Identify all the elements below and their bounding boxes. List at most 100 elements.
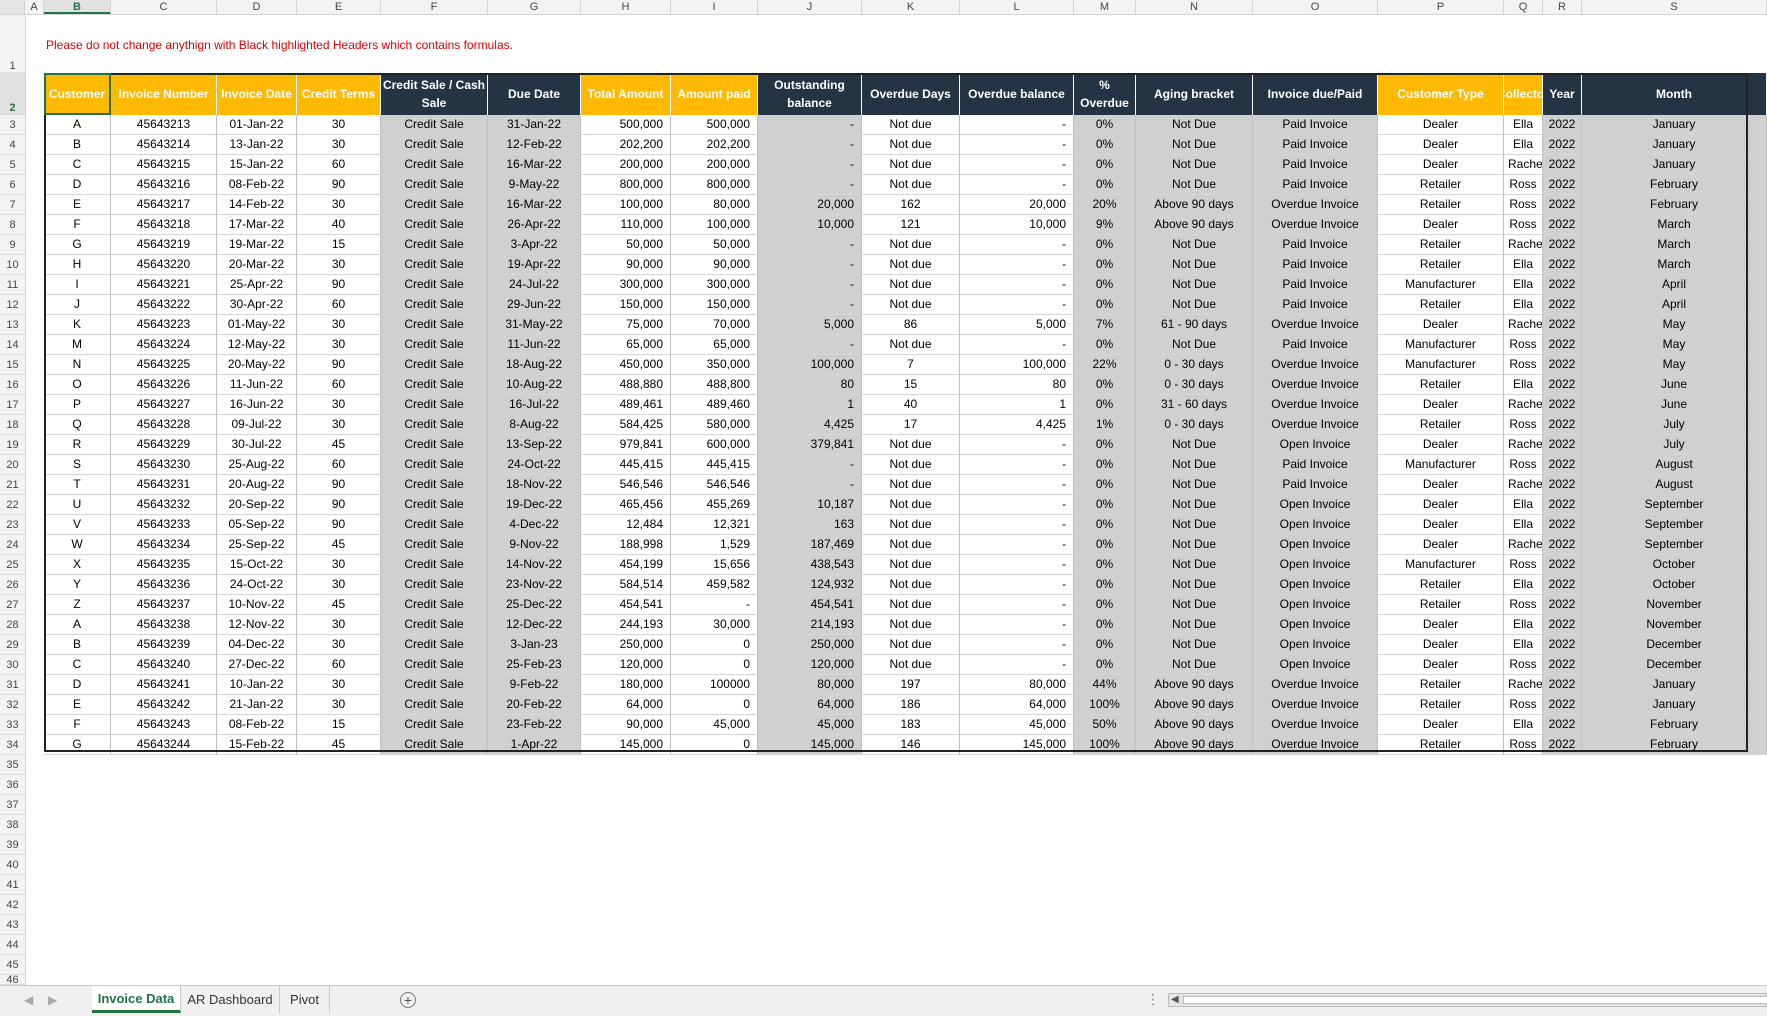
table-cell[interactable]: 15,656 [671,555,758,575]
table-cell[interactable]: January [1582,675,1767,695]
table-cell[interactable]: Not Due [1136,615,1253,635]
row-header-31[interactable]: 31 [0,675,25,695]
table-cell[interactable]: Manufacturer [1378,455,1504,475]
table-cell[interactable]: Not due [862,435,960,455]
table-cell[interactable]: 455,269 [671,495,758,515]
table-cell[interactable]: - [960,455,1074,475]
table-cell[interactable]: 45643236 [111,575,217,595]
table-cell[interactable]: 120,000 [758,655,862,675]
table-cell[interactable]: 45643229 [111,435,217,455]
table-cell[interactable]: Credit Sale [381,175,488,195]
table-cell[interactable]: Credit Sale [381,735,488,755]
table-cell[interactable]: Paid Invoice [1253,475,1378,495]
row-header-12[interactable]: 12 [0,295,25,315]
table-cell[interactable]: Above 90 days [1136,715,1253,735]
table-cell[interactable]: 19-Mar-22 [217,235,297,255]
table-cell[interactable]: 120,000 [581,655,671,675]
table-cell[interactable]: January [1582,695,1767,715]
table-cell[interactable]: Overdue Invoice [1253,415,1378,435]
table-cell[interactable]: Ella [1504,575,1543,595]
table-cell[interactable]: Not Due [1136,515,1253,535]
table-cell[interactable]: November [1582,595,1767,615]
table-cell[interactable]: 15-Feb-22 [217,735,297,755]
table-cell[interactable]: Paid Invoice [1253,275,1378,295]
table-cell[interactable]: 29-Jun-22 [488,295,581,315]
column-header-a[interactable]: A [25,0,44,14]
table-cell[interactable]: 90,000 [671,255,758,275]
table-cell[interactable]: 1,529 [671,535,758,555]
table-cell[interactable]: 0% [1074,135,1136,155]
table-cell[interactable]: Ross [1504,415,1543,435]
table-cell[interactable]: F [44,715,111,735]
table-cell[interactable]: Retailer [1378,255,1504,275]
table-cell[interactable]: 08-Feb-22 [217,175,297,195]
table-cell[interactable]: 70,000 [671,315,758,335]
table-cell[interactable]: 2022 [1543,475,1582,495]
table-cell[interactable]: 489,461 [581,395,671,415]
table-cell[interactable]: Paid Invoice [1253,455,1378,475]
table-cell[interactable]: 80,000 [758,675,862,695]
table-cell[interactable]: - [758,275,862,295]
table-cell[interactable]: 25-Dec-22 [488,595,581,615]
table-cell[interactable]: - [960,635,1074,655]
table-cell[interactable]: 20,000 [758,195,862,215]
table-cell[interactable]: 0 [671,695,758,715]
table-cell[interactable]: 45643225 [111,355,217,375]
table-cell[interactable]: 10,000 [758,215,862,235]
table-cell[interactable]: Racheal [1504,535,1543,555]
table-cell[interactable]: 09-Jul-22 [217,415,297,435]
table-cell[interactable]: 2022 [1543,615,1582,635]
scroll-left-icon[interactable]: ◀ [1171,994,1179,1006]
table-cell[interactable]: Ross [1504,355,1543,375]
table-cell[interactable]: Credit Sale [381,215,488,235]
table-cell[interactable]: 0 [671,655,758,675]
table-cell[interactable]: Dealer [1378,155,1504,175]
table-cell[interactable]: 4,425 [758,415,862,435]
table-cell[interactable]: 30 [297,555,381,575]
table-cell[interactable]: U [44,495,111,515]
table-cell[interactable]: 100% [1074,735,1136,755]
table-cell[interactable]: 31-Jan-22 [488,115,581,135]
row-header-9[interactable]: 9 [0,235,25,255]
table-cell[interactable]: 145,000 [960,735,1074,755]
table-cell[interactable]: June [1582,395,1767,415]
table-cell[interactable]: 20-Sep-22 [217,495,297,515]
table-cell[interactable]: Dealer [1378,495,1504,515]
table-cell[interactable]: 2022 [1543,275,1582,295]
table-cell[interactable]: - [960,255,1074,275]
table-cell[interactable]: 44% [1074,675,1136,695]
table-cell[interactable]: Open Invoice [1253,635,1378,655]
table-cell[interactable]: Open Invoice [1253,655,1378,675]
table-cell[interactable]: Dealer [1378,535,1504,555]
header-due-date[interactable]: Due Date [488,73,581,115]
row-header-38[interactable]: 38 [0,815,25,835]
table-cell[interactable]: 45643216 [111,175,217,195]
table-cell[interactable]: C [44,655,111,675]
table-cell[interactable]: 30 [297,695,381,715]
table-cell[interactable]: Ella [1504,135,1543,155]
row-header-4[interactable]: 4 [0,135,25,155]
table-cell[interactable]: February [1582,715,1767,735]
table-cell[interactable]: 202,200 [581,135,671,155]
table-cell[interactable]: 0% [1074,155,1136,175]
table-cell[interactable]: 2022 [1543,195,1582,215]
row-header-39[interactable]: 39 [0,835,25,855]
table-cell[interactable]: 800,000 [581,175,671,195]
table-cell[interactable]: 14-Nov-22 [488,555,581,575]
table-cell[interactable]: Open Invoice [1253,435,1378,455]
column-header-p[interactable]: P [1378,0,1504,14]
table-cell[interactable]: 7 [862,355,960,375]
table-cell[interactable]: Retailer [1378,235,1504,255]
table-cell[interactable]: 489,460 [671,395,758,415]
table-cell[interactable]: 9-May-22 [488,175,581,195]
table-cell[interactable]: - [960,175,1074,195]
table-cell[interactable]: Credit Sale [381,535,488,555]
table-cell[interactable]: Dealer [1378,315,1504,335]
table-cell[interactable]: 45643238 [111,615,217,635]
table-cell[interactable]: 15 [862,375,960,395]
table-cell[interactable]: 45643224 [111,335,217,355]
table-cell[interactable]: 0% [1074,515,1136,535]
table-cell[interactable]: 45643244 [111,735,217,755]
table-cell[interactable]: 13-Jan-22 [217,135,297,155]
table-cell[interactable]: Not Due [1136,555,1253,575]
